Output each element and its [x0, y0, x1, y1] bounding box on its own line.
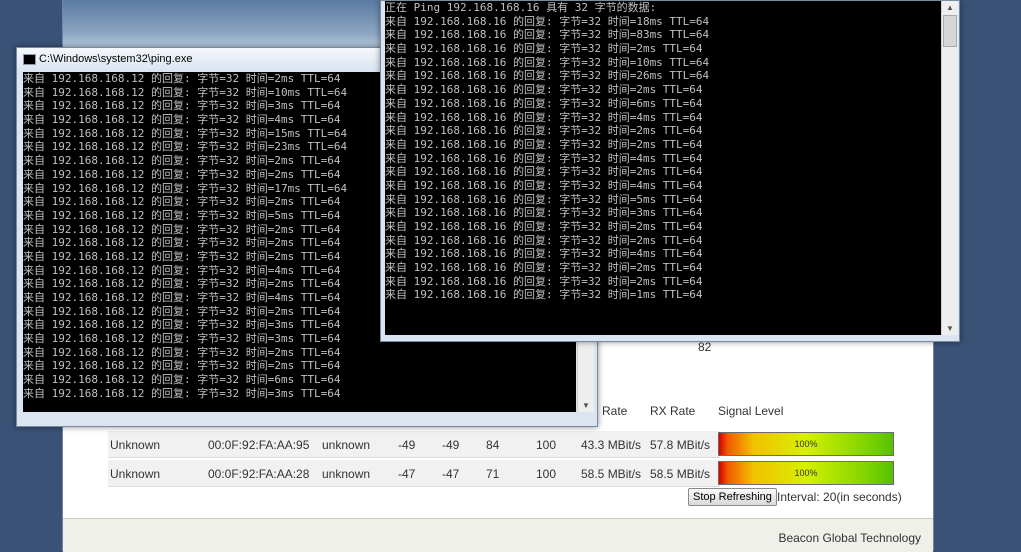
console-line: 来自 192.168.168.16 的回复: 字节=32 时间=26ms TTL…: [385, 69, 710, 83]
scrollbar[interactable]: ▲ ▼: [941, 1, 958, 335]
console-line: 来自 192.168.168.16 的回复: 字节=32 时间=6ms TTL=…: [385, 96, 703, 110]
console-line: 来自 192.168.168.12 的回复: 字节=32 时间=2ms TTL=…: [23, 345, 341, 359]
console-line: 来自 192.168.168.16 的回复: 字节=32 时间=5ms TTL=…: [385, 192, 703, 206]
tx-rate: 58.5 MBit/s: [581, 467, 642, 481]
header-signal-level: Signal Level: [718, 404, 784, 418]
mac-address: 00:0F:92:FA:AA:28: [208, 467, 310, 481]
console-line: 来自 192.168.168.16 的回复: 字节=32 时间=4ms TTL=…: [385, 178, 703, 192]
device-name: Unknown: [110, 467, 161, 481]
ping-window-2[interactable]: 正在 Ping 192.168.168.16 具有 32 字节的数据: 来自 19…: [380, 0, 960, 342]
stop-refreshing-button[interactable]: Stop Refreshing: [688, 488, 777, 506]
console-line: 来自 192.168.168.16 的回复: 字节=32 时间=3ms TTL=…: [385, 206, 703, 220]
console-line: 来自 192.168.168.16 的回复: 字节=32 时间=2ms TTL=…: [385, 124, 703, 138]
interval-text: Interval: 20(in seconds): [777, 490, 902, 504]
console-output: 正在 Ping 192.168.168.16 具有 32 字节的数据: 来自 19…: [385, 1, 941, 335]
header-tx-rate: Rate: [602, 404, 628, 418]
console-line: 来自 192.168.168.16 的回复: 字节=32 时间=4ms TTL=…: [385, 151, 703, 165]
partial-value: 82: [698, 340, 712, 354]
table-row: Unknown 00:0F:92:FA:AA:28 unknown -47 -4…: [108, 460, 720, 487]
console-line: 来自 192.168.168.16 的回复: 字节=32 时间=4ms TTL=…: [385, 247, 703, 261]
console-line: 来自 192.168.168.16 的回复: 字节=32 时间=2ms TTL=…: [385, 261, 703, 275]
console-line: 来自 192.168.168.12 的回复: 字节=32 时间=2ms TTL=…: [23, 359, 341, 373]
web-footer: Beacon Global Technology: [63, 518, 933, 552]
scroll-thumb[interactable]: [943, 15, 957, 47]
console-line: 来自 192.168.168.16 的回复: 字节=32 时间=2ms TTL=…: [385, 42, 703, 56]
console-line: 来自 192.168.168.12 的回复: 字节=32 时间=3ms TTL=…: [23, 386, 341, 400]
console-icon: [23, 54, 36, 65]
console-line: 正在 Ping 192.168.168.16 具有 32 字节的数据:: [385, 1, 657, 14]
scroll-down-icon[interactable]: ▼: [578, 401, 594, 410]
console-line: 来自 192.168.168.16 的回复: 字节=32 时间=2ms TTL=…: [385, 220, 703, 233]
signal-bar: 100%: [718, 432, 894, 456]
console-line: 来自 192.168.168.16 的回复: 字节=32 时间=83ms TTL…: [385, 28, 710, 42]
table-row: Unknown 00:0F:92:FA:AA:95 unknown -49 -4…: [108, 431, 720, 458]
console-line: 来自 192.168.168.16 的回复: 字节=32 时间=2ms TTL=…: [385, 83, 703, 97]
console-line: 来自 192.168.168.16 的回复: 字节=32 时间=18ms TTL…: [385, 14, 710, 28]
scroll-up-icon[interactable]: ▲: [942, 3, 958, 12]
tx-rate: 43.3 MBit/s: [581, 438, 642, 452]
signal-bar: 100%: [718, 461, 894, 485]
rx-rate: 57.8 MBit/s: [650, 438, 711, 452]
mac-address: 00:0F:92:FA:AA:95: [208, 438, 310, 452]
console-line: 来自 192.168.168.16 的回复: 字节=32 时间=2ms TTL=…: [385, 137, 703, 151]
console-line: 来自 192.168.168.12 的回复: 字节=32 时间=6ms TTL=…: [23, 373, 341, 387]
header-rx-rate: RX Rate: [650, 404, 696, 418]
console-line: 来自 192.168.168.16 的回复: 字节=32 时间=1ms TTL=…: [385, 288, 703, 302]
scroll-down-icon[interactable]: ▼: [942, 324, 958, 333]
value-3: 71: [486, 467, 500, 481]
console-line: 来自 192.168.168.16 的回复: 字节=32 时间=2ms TTL=…: [385, 165, 703, 179]
value-2: -49: [442, 438, 460, 452]
value-1: -47: [398, 467, 416, 481]
window-title: C:\Windows\system32\ping.exe: [39, 53, 193, 65]
console-line: 来自 192.168.168.16 的回复: 字节=32 时间=10ms TTL…: [385, 55, 710, 69]
footer-text: Beacon Global Technology: [778, 531, 921, 545]
device-name: Unknown: [110, 438, 161, 452]
console-line: 来自 192.168.168.16 的回复: 字节=32 时间=2ms TTL=…: [385, 233, 703, 247]
vendor: unknown: [322, 438, 371, 452]
rx-rate: 58.5 MBit/s: [650, 467, 711, 481]
value-2: -47: [442, 467, 460, 481]
value-4: 100: [536, 438, 557, 452]
value-1: -49: [398, 438, 416, 452]
vendor: unknown: [322, 467, 371, 481]
console-line: 来自 192.168.168.16 的回复: 字节=32 时间=2ms TTL=…: [385, 274, 703, 288]
value-4: 100: [536, 467, 557, 481]
value-3: 84: [486, 438, 500, 452]
console-line: 来自 192.168.168.16 的回复: 字节=32 时间=4ms TTL=…: [385, 110, 703, 124]
